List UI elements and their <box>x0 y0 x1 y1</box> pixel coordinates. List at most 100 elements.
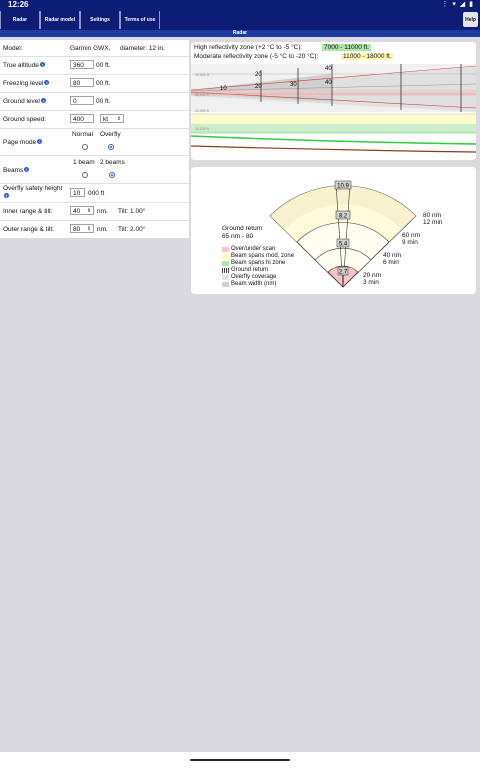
range-mark: 20 <box>255 84 262 90</box>
range-nm: 80 nm <box>423 212 442 219</box>
hi-zone-band <box>191 124 476 134</box>
speed-unit-value: kt <box>103 116 109 123</box>
stepper-icon: ⇕ <box>86 208 91 214</box>
info-icon[interactable]: i <box>39 62 45 67</box>
ground-speed-label: Ground speed: <box>3 116 47 123</box>
beams-one-label: 1 beam <box>73 159 95 166</box>
inner-range-unit: nm. <box>97 208 108 215</box>
tab-radar-model[interactable]: Radar model <box>40 11 80 29</box>
status-time: 12:26 <box>8 0 29 9</box>
freezing-level-unit: 00 ft. <box>96 80 111 87</box>
legend-swatch <box>222 253 229 259</box>
alt-label: 20,000 ft <box>195 109 209 113</box>
range-mark: 40 <box>325 80 332 86</box>
legend-beam-width: Beam width (nm) <box>222 281 276 287</box>
info-icon[interactable]: i <box>44 80 50 85</box>
beams-two-radio[interactable] <box>109 172 115 178</box>
info-icon[interactable]: i <box>4 193 9 198</box>
legend-swatch <box>222 274 229 280</box>
speed-unit-select[interactable]: kt ⇕ <box>100 114 124 123</box>
ground-speed-input[interactable]: 400 <box>70 114 94 123</box>
range-mark: 20 <box>255 72 262 78</box>
legend-mod-zone: Beam spans mod. zone <box>222 253 294 259</box>
beam-width-label: 2.7 <box>339 270 348 276</box>
ground-level-row: Ground level i 0 00 ft. <box>0 93 189 111</box>
freezing-level-input[interactable]: 80 <box>70 78 94 87</box>
home-indicator[interactable] <box>190 759 290 761</box>
profile-chart: 40,000 ft 30,000 ft 20,000 ft 10,000 ft … <box>191 62 476 158</box>
overfly-height-row: Overfly safety heighti 10 000 ft <box>0 184 189 203</box>
range-min: 9 min <box>402 239 418 246</box>
true-altitude-input[interactable]: 360 <box>70 60 94 69</box>
ground-speed-row: Ground speed: 400 kt ⇕ <box>0 111 189 129</box>
legend-swatch <box>222 281 229 287</box>
beam-fan-panel: 10.9 8.2 5.4 2.7 Ground return 65 nm - 8… <box>191 167 476 294</box>
legend-label: Over/under scan <box>231 246 276 252</box>
outer-range-input[interactable]: 80 ⇕ <box>70 224 94 233</box>
range-min: 6 min <box>383 259 399 266</box>
outer-tilt: Tilt: 2.00° <box>118 226 146 233</box>
tab-settings[interactable]: Settings <box>80 11 120 29</box>
beam-width-label: 5.4 <box>339 242 348 248</box>
range-min: 12 min <box>423 219 443 226</box>
info-icon[interactable]: i <box>40 98 46 103</box>
page-mode-normal-radio[interactable] <box>82 144 88 150</box>
range-mark: 30 <box>290 82 297 88</box>
beams-two-label: 2 beams <box>100 159 125 166</box>
page-mode-overfly-radio[interactable] <box>108 144 114 150</box>
mod-zone-value: 11000 - 18000 ft. <box>341 53 394 60</box>
tab-terms-of-use[interactable]: Terms of use <box>120 11 160 29</box>
beam-width-label: 10.9 <box>337 184 349 190</box>
true-altitude-unit: 00 ft. <box>96 62 111 69</box>
ground-level-input[interactable]: 0 <box>70 96 94 105</box>
ground-return-value: 65 nm - 80 <box>222 233 254 240</box>
legend-label: Beam spans hi zone <box>231 260 286 266</box>
over-under-band <box>191 90 476 96</box>
overfly-height-unit: 000 ft <box>88 190 105 197</box>
model-row: Model: Garmin GWX, diameter: 12 in. <box>0 40 189 57</box>
page-mode-row: Page mode i Normal Overfly <box>0 129 189 156</box>
legend-swatch <box>222 267 229 273</box>
status-icons: ⋮ ▾ ◢ ▮ <box>441 1 474 8</box>
page-mode-label: Page mode <box>3 139 37 146</box>
freezing-level-row: Freezing level i 80 00 ft. <box>0 75 189 93</box>
legend-label: Overfly coverage <box>231 274 277 280</box>
tab-radar[interactable]: Radar <box>0 11 40 29</box>
inner-range-input[interactable]: 40 ⇕ <box>70 206 94 215</box>
ground-level-label: Ground level <box>3 98 40 105</box>
vertical-profile-panel: High reflectivity zone (+2 °C to -5 °C):… <box>191 42 476 160</box>
alt-label: 30,000 ft <box>195 93 209 97</box>
page-mode-normal-label: Normal <box>72 131 93 138</box>
ground-return-label: Ground return <box>222 225 263 232</box>
range-min: 3 min <box>363 279 379 286</box>
range-nm: 40 nm <box>383 252 402 259</box>
legend-hi-zone: Beam spans hi zone <box>222 260 285 266</box>
legend-label: Ground return <box>231 267 269 273</box>
mod-zone-label: Moderate reflectivity zone (-5 °C to -20… <box>194 53 319 60</box>
ground-level-unit: 00 ft. <box>96 98 111 105</box>
info-icon[interactable]: i <box>37 139 43 144</box>
range-60: 60 nm 9 min <box>402 232 420 246</box>
high-zone-value: 7000 - 11000 ft. <box>322 44 372 51</box>
status-bar: 12:26 ⋮ ▾ ◢ ▮ <box>0 0 480 10</box>
help-button[interactable]: Help <box>463 12 478 27</box>
range-mark: 10 <box>220 86 227 92</box>
range-mark: 40 <box>325 66 332 72</box>
range-80: 80 nm 12 min <box>423 212 443 226</box>
high-zone-label: High reflectivity zone (+2 °C to -5 °C): <box>194 44 303 51</box>
model-label: Model: <box>3 45 23 52</box>
beam-width-label: 8.2 <box>339 214 348 220</box>
overfly-height-input[interactable]: 10 <box>70 188 85 197</box>
true-altitude-row: True altitude i 360 00 ft. <box>0 57 189 75</box>
stepper-icon: ⇕ <box>86 226 91 232</box>
page-title: Radar <box>0 30 480 37</box>
info-icon[interactable]: i <box>24 167 30 172</box>
alt-label: 40,000 ft <box>195 73 209 77</box>
beams-one-radio[interactable] <box>82 172 88 178</box>
settings-panel: Model: Garmin GWX, diameter: 12 in. True… <box>0 40 189 238</box>
chevron-down-icon: ⇕ <box>116 116 121 122</box>
inner-tilt: Tilt: 1.00° <box>118 208 146 215</box>
outer-range-row: Outer range & tilt: 80 ⇕ nm. Tilt: 2.00° <box>0 221 189 238</box>
legend-swatch <box>222 260 229 266</box>
outer-range-unit: nm. <box>97 226 108 233</box>
